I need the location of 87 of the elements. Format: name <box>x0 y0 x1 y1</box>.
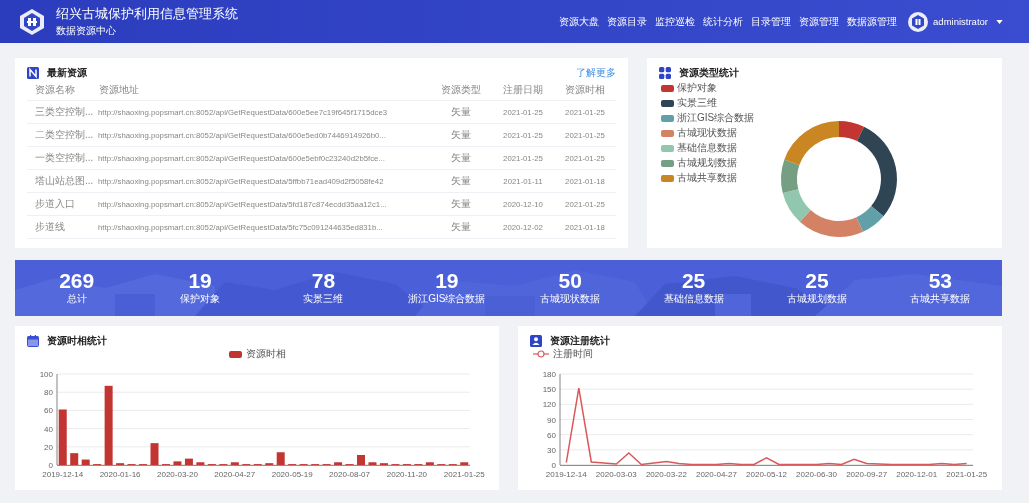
column-header: 资源类型 <box>430 80 492 101</box>
legend-label[interactable]: 古城共享数据 <box>677 171 737 185</box>
stat-value: 25 <box>805 270 829 292</box>
axis-tick-label: 2020-08-07 <box>329 470 370 479</box>
legend-label[interactable]: 古城规划数据 <box>677 156 737 170</box>
axis-tick-label: 150 <box>542 385 556 395</box>
axis-tick-label: 40 <box>44 424 53 434</box>
axis-tick-label: 80 <box>44 388 53 398</box>
nav-link[interactable]: 资源大盘 <box>559 14 600 29</box>
table-cell: 塔山站总图... <box>27 169 98 193</box>
axis-tick-label: 2020-04-27 <box>214 470 256 479</box>
table-cell: 步道线 <box>27 215 98 239</box>
legend-label[interactable]: 保护对象 <box>677 81 717 95</box>
nav-link[interactable]: 监控巡检 <box>655 14 696 29</box>
axis-tick-label: 120 <box>542 400 556 410</box>
nav-link[interactable]: 统计分析 <box>703 14 744 29</box>
axis-tick-label: 2020-03-22 <box>645 470 687 479</box>
stat-label: 古城现状数据 <box>540 292 601 306</box>
axis-tick-label: 2020-12-01 <box>896 470 938 479</box>
axis-tick-label: 0 <box>551 461 556 470</box>
axis-tick-label: 180 <box>542 370 556 379</box>
axis-tick-label: 90 <box>547 415 556 425</box>
axis-tick-label: 100 <box>39 370 53 379</box>
table-cell: 矢量 <box>430 169 492 193</box>
table-cell: 三类空控制... <box>27 100 98 124</box>
axis-tick-label: 2020-06-30 <box>796 470 837 479</box>
nav-link[interactable]: 目录管理 <box>751 14 792 29</box>
axis-tick-label: 2020-04-27 <box>696 470 737 479</box>
table-cell: 步道入口 <box>27 192 98 216</box>
table-cell: 矢量 <box>430 123 492 147</box>
axis-tick-label: 60 <box>44 406 53 416</box>
stat-label: 浙江GIS综合数据 <box>408 292 486 306</box>
stat-value: 53 <box>928 270 952 292</box>
axis-tick-label: 2019-12-14 <box>42 470 84 479</box>
axis-tick-label: 2020-09-27 <box>846 470 888 479</box>
legend-label[interactable]: 古城现状数据 <box>677 126 737 140</box>
legend-label[interactable]: 实景三维 <box>677 96 717 110</box>
stat-label: 保护对象 <box>180 292 221 306</box>
card-title: 资源类型统计 <box>679 66 739 80</box>
axis-tick-label: 2020-03-03 <box>595 470 637 479</box>
axis-tick-label: 2020-03-20 <box>157 470 198 479</box>
axis-tick-label: 2021-01-25 <box>443 470 485 479</box>
table-cell: 一类空控制... <box>27 146 98 170</box>
stat-label: 总计 <box>66 292 87 306</box>
user-name[interactable]: administrator <box>933 16 988 27</box>
stat-value: 19 <box>188 270 212 292</box>
axis-tick-label: 2020-05-19 <box>271 470 313 479</box>
stat-value: 19 <box>435 270 459 292</box>
stat-label: 古城共享数据 <box>910 292 971 306</box>
axis-tick-label: 2021-01-25 <box>946 470 988 479</box>
table-cell: 矢量 <box>430 146 492 170</box>
card-title: 资源注册统计 <box>550 334 610 348</box>
nav-link[interactable]: 资源目录 <box>607 14 648 29</box>
stat-label: 古城规划数据 <box>786 292 847 306</box>
column-header: 注册日期 <box>492 80 554 101</box>
stat-value: 78 <box>311 270 336 292</box>
axis-tick-label: 60 <box>547 430 556 440</box>
table-cell: 矢量 <box>430 192 492 216</box>
axis-tick-label: 20 <box>44 442 53 452</box>
stat-value: 50 <box>558 270 582 292</box>
legend-label[interactable]: 资源时相 <box>245 347 286 361</box>
stat-value: 269 <box>59 270 95 292</box>
column-header: 资源名称 <box>27 80 98 101</box>
legend-label[interactable]: 浙江GIS综合数据 <box>677 111 755 125</box>
column-header: 资源地址 <box>98 80 430 101</box>
app-subtitle: 数据资源中心 <box>56 23 117 38</box>
more-link[interactable]: 了解更多 <box>576 66 616 80</box>
nav-link[interactable]: 资源管理 <box>799 14 840 29</box>
axis-tick-label: 0 <box>48 461 53 470</box>
column-header: 资源时相 <box>554 80 616 101</box>
card-title: 资源时相统计 <box>47 334 107 348</box>
axis-tick-label: 2020-01-16 <box>99 470 141 479</box>
legend-label[interactable]: 注册时间 <box>553 347 593 361</box>
table-cell: 二类空控制... <box>27 123 98 147</box>
card-title: 最新资源 <box>47 66 87 80</box>
table-cell: 矢量 <box>430 215 492 239</box>
nav-link[interactable]: 数据源管理 <box>847 14 898 29</box>
axis-tick-label: 30 <box>547 445 556 455</box>
axis-tick-label: 2020-05-12 <box>746 470 787 479</box>
axis-tick-label: 2020-11-20 <box>386 470 428 479</box>
axis-tick-label: 2019-12-14 <box>545 470 587 479</box>
stat-value: 25 <box>681 270 706 292</box>
legend-label[interactable]: 基础信息数据 <box>677 141 737 155</box>
table-cell: 矢量 <box>430 100 492 124</box>
app-title: 绍兴古城保护利用信息管理系统 <box>56 5 238 23</box>
stat-label: 实景三维 <box>303 292 344 306</box>
stat-label: 基础信息数据 <box>663 292 724 306</box>
